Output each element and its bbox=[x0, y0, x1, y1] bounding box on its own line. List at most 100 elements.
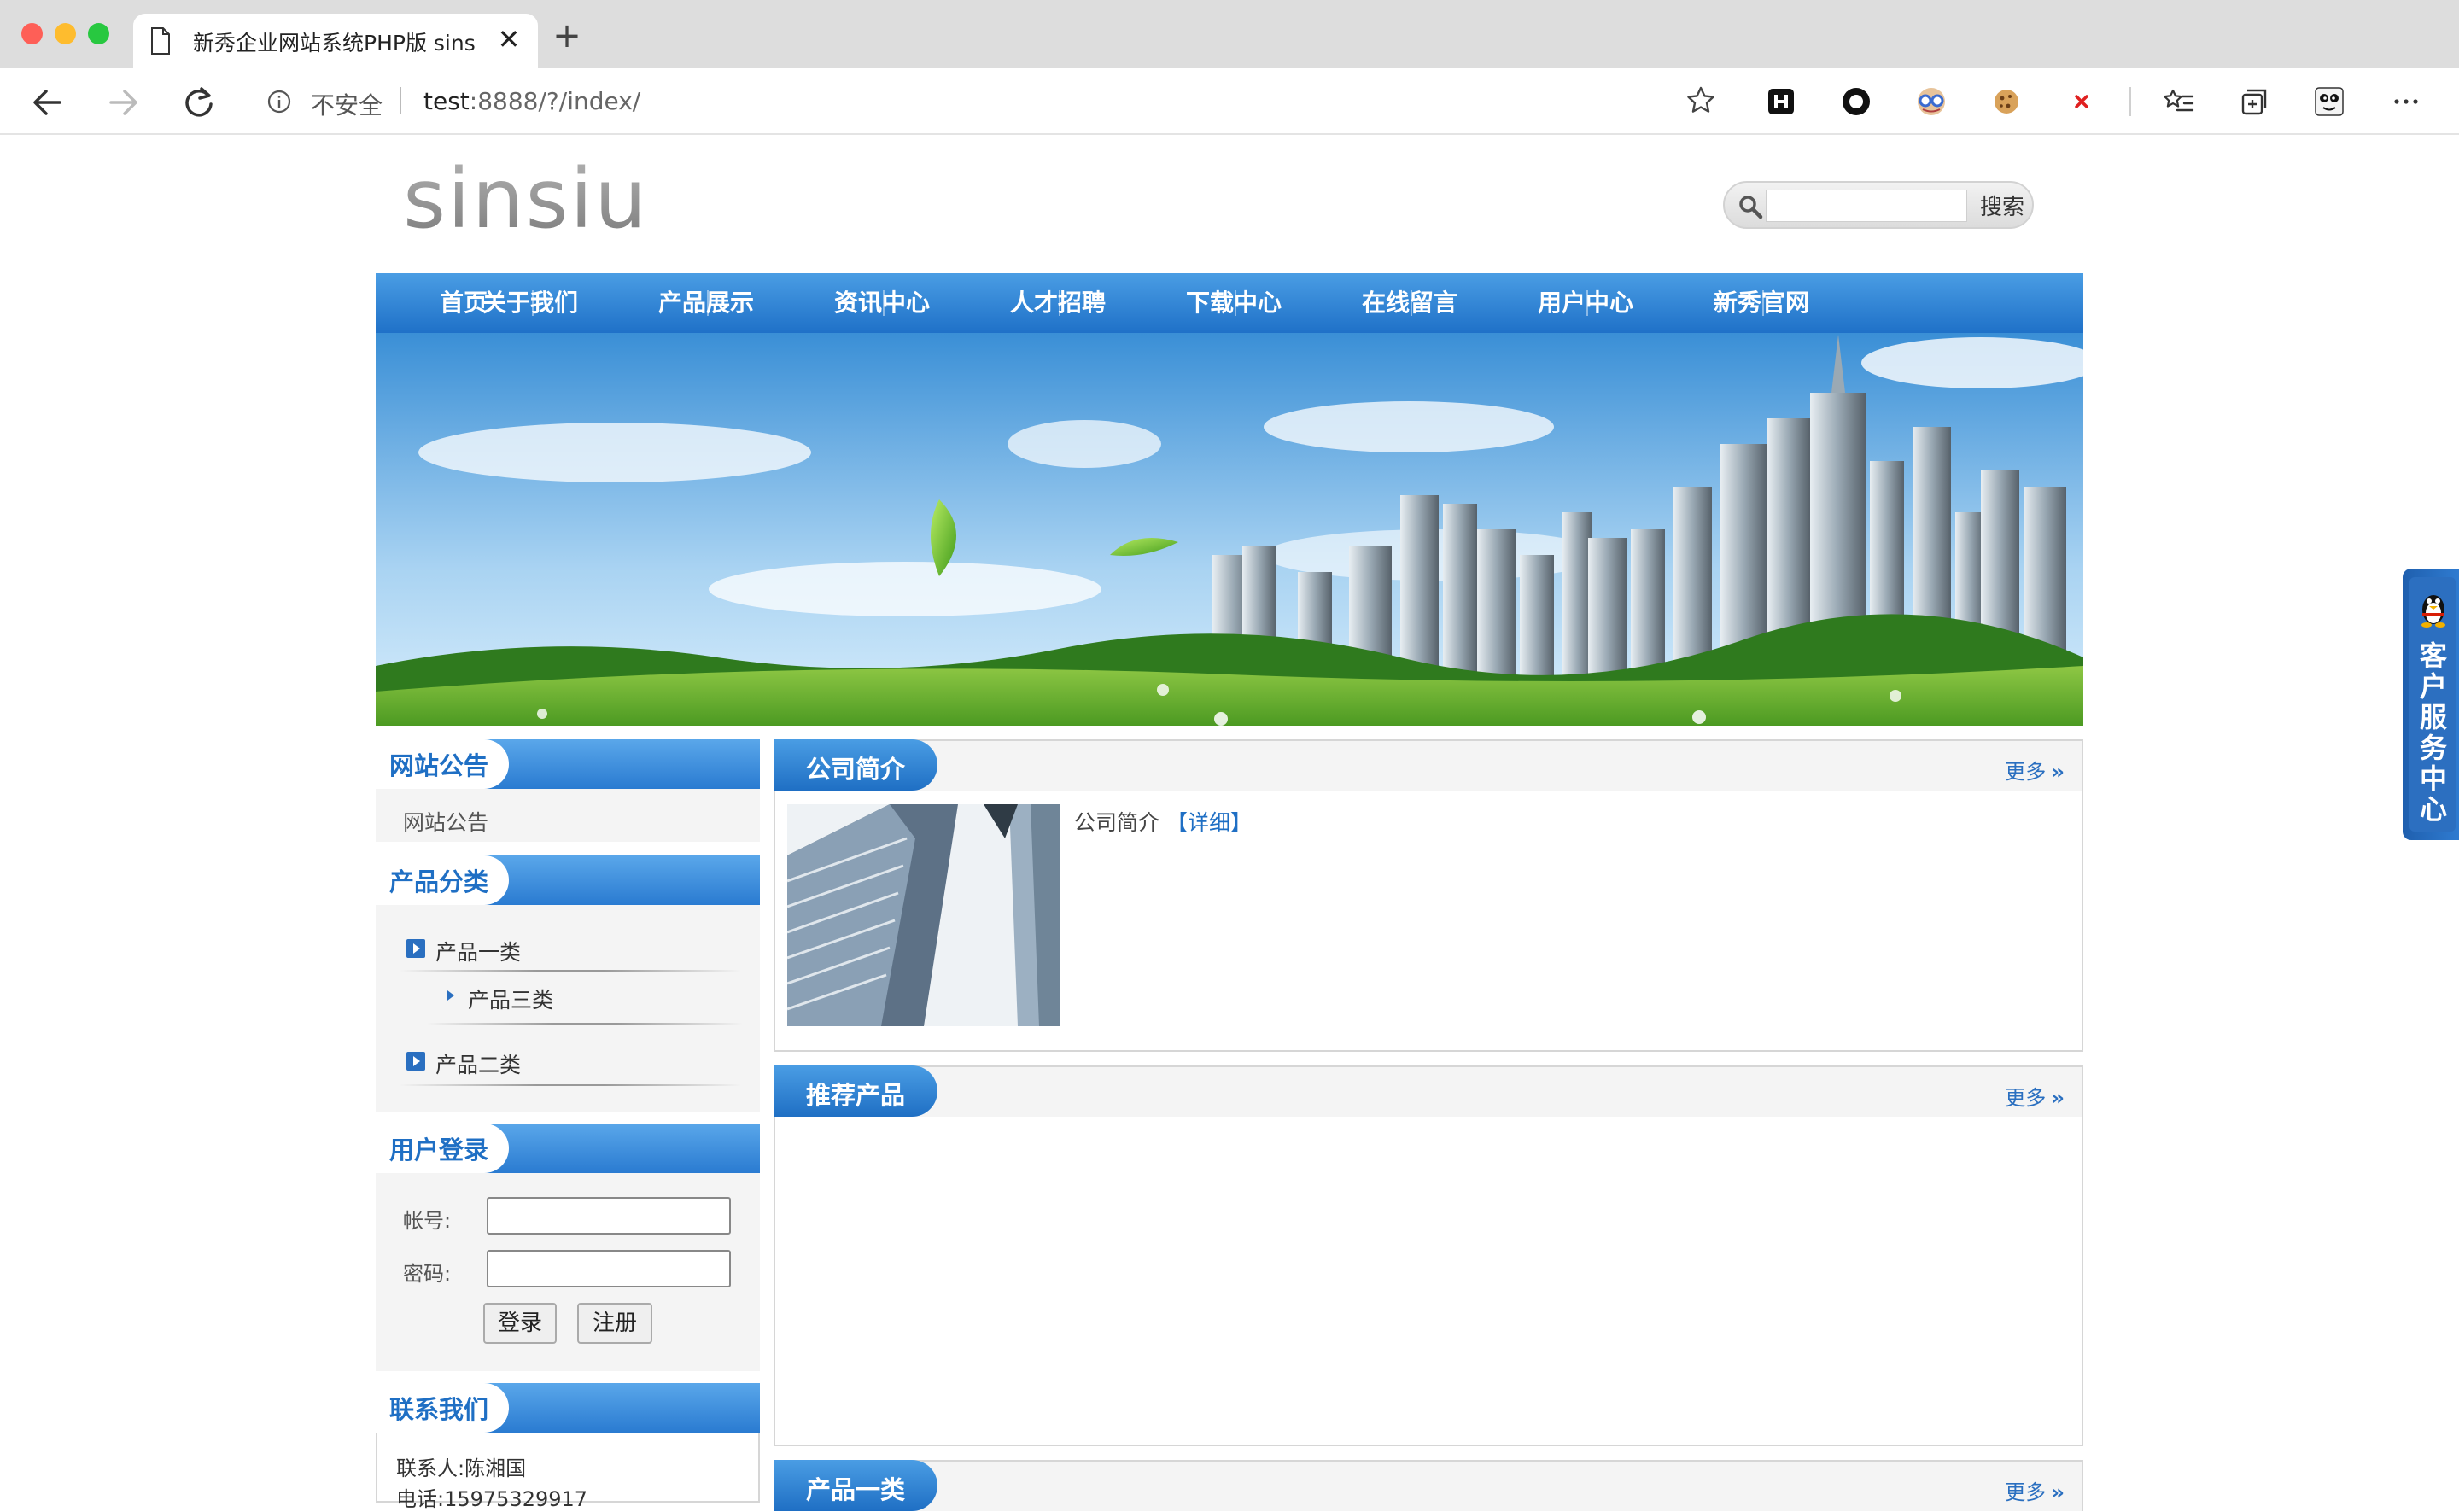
category-bullet-icon bbox=[406, 1052, 425, 1071]
circle-extension-icon[interactable] bbox=[1837, 83, 1875, 120]
document-icon bbox=[151, 27, 170, 55]
contact-header: 联系我们 bbox=[376, 1383, 760, 1433]
recommend-header: 推荐产品 更多 ›› bbox=[774, 1065, 2082, 1117]
password-label: 密码: bbox=[403, 1262, 452, 1286]
favorite-star-icon[interactable] bbox=[1684, 84, 1718, 118]
recommend-title: 推荐产品 bbox=[806, 1081, 906, 1110]
product-category-1-panel: 产品一类 更多 ›› bbox=[774, 1460, 2083, 1511]
nav-item-jobs[interactable]: 人才招聘 bbox=[970, 273, 1146, 333]
profile-avatar-icon[interactable] bbox=[2310, 83, 2348, 120]
contact-panel: 联系我们 联系人:陈湘国 电话:15975329917 bbox=[376, 1383, 760, 1511]
qq-penguin-icon bbox=[2421, 595, 2445, 628]
more-label: 更多 bbox=[2005, 1480, 2047, 1504]
site-logo[interactable]: sinsiu bbox=[403, 161, 693, 246]
intro-header: 公司简介 更多 ›› bbox=[774, 739, 2082, 791]
company-building-image bbox=[787, 804, 1060, 1026]
browser-tab[interactable]: 新秀企业网站系统PHP版 sinsiu ✕ bbox=[133, 14, 538, 68]
nav-item-products[interactable]: 产品展示 bbox=[618, 273, 794, 333]
more-label: 更多 bbox=[2005, 760, 2047, 784]
h-extension-icon[interactable] bbox=[1762, 83, 1800, 120]
service-tab-inner: 客户服务中心 bbox=[2409, 577, 2456, 832]
goggles-extension-icon[interactable] bbox=[1913, 83, 1950, 120]
main-nav: 首页 关于我们 产品展示 资讯中心 人才招聘 下载中心 在线留言 用户中心 新秀… bbox=[376, 273, 2083, 333]
service-tab-label: 客户服务中心 bbox=[2419, 639, 2447, 826]
login-header: 用户登录 bbox=[376, 1124, 760, 1173]
nav-item-official-site[interactable]: 新秀官网 bbox=[1673, 273, 1849, 333]
contact-person: 联系人:陈湘国 bbox=[396, 1457, 527, 1480]
logo-text: sinsiu bbox=[403, 161, 648, 246]
category-title: 产品分类 bbox=[389, 867, 489, 896]
notice-panel: 网站公告 网站公告 bbox=[376, 739, 760, 842]
window-minimize-button[interactable] bbox=[55, 23, 76, 44]
search-box: 搜索 bbox=[1723, 181, 2034, 229]
notice-text: 网站公告 bbox=[403, 810, 489, 835]
more-label: 更多 bbox=[2005, 1086, 2047, 1110]
cookie-extension-icon[interactable] bbox=[1988, 83, 2025, 120]
tab-close-icon[interactable]: ✕ bbox=[492, 22, 526, 56]
category-divider bbox=[400, 970, 741, 972]
category-divider bbox=[400, 1084, 741, 1086]
customer-service-tab[interactable]: 客户服务中心 bbox=[2403, 569, 2459, 840]
double-chevron-icon: ›› bbox=[2051, 1086, 2065, 1110]
search-button[interactable]: 搜索 bbox=[1972, 188, 2032, 224]
toolbar-divider bbox=[2129, 87, 2131, 116]
nav-item-user-center[interactable]: 用户中心 bbox=[1498, 273, 1673, 333]
forward-icon[interactable] bbox=[102, 82, 143, 123]
double-chevron-icon: ›› bbox=[2051, 1480, 2065, 1504]
info-icon[interactable] bbox=[266, 89, 292, 114]
contact-title: 联系我们 bbox=[389, 1395, 489, 1424]
notice-title: 网站公告 bbox=[389, 751, 489, 780]
nav-item-guestbook[interactable]: 在线留言 bbox=[1322, 273, 1498, 333]
collections-icon[interactable] bbox=[2235, 83, 2273, 120]
address-bar[interactable]: 不安全 test:8888/?/index/ bbox=[246, 75, 1733, 126]
web-page: sinsiu 搜索 首页 关于我们 产品展示 资讯中心 人才招聘 下载中心 在线… bbox=[0, 135, 2459, 1511]
account-label: 帐号: bbox=[403, 1209, 452, 1233]
register-button[interactable]: 注册 bbox=[577, 1303, 652, 1344]
x-extension-icon[interactable] bbox=[2063, 83, 2100, 120]
nav-item-downloads[interactable]: 下载中心 bbox=[1146, 273, 1322, 333]
browser-toolbar: 不安全 test:8888/?/index/ bbox=[0, 68, 2459, 135]
category-bullet-icon bbox=[406, 939, 425, 958]
new-tab-button[interactable]: + bbox=[550, 19, 584, 53]
category-item[interactable]: 产品二类 bbox=[435, 1048, 521, 1079]
intro-more-link[interactable]: 更多 ›› bbox=[2005, 755, 2065, 785]
login-title: 用户登录 bbox=[389, 1135, 489, 1165]
subcategory-item[interactable]: 产品三类 bbox=[468, 984, 553, 1014]
window-zoom-button[interactable] bbox=[88, 23, 109, 44]
category-item[interactable]: 产品一类 bbox=[435, 936, 521, 966]
search-input[interactable] bbox=[1766, 190, 1967, 222]
subcategory-arrow-icon bbox=[447, 990, 454, 1001]
security-label: 不安全 bbox=[311, 91, 383, 120]
user-login-panel: 用户登录 帐号: 密码: 登录 注册 bbox=[376, 1124, 760, 1371]
url-text[interactable]: test:8888/?/index/ bbox=[423, 87, 640, 115]
intro-text: 公司简介 【详细】 bbox=[1074, 806, 1252, 837]
notice-header: 网站公告 bbox=[376, 739, 760, 789]
account-input[interactable] bbox=[487, 1197, 731, 1235]
recommended-products-panel: 推荐产品 更多 ›› bbox=[774, 1065, 2083, 1446]
tab-title: 新秀企业网站系统PHP版 sinsiu bbox=[193, 31, 475, 55]
reload-icon[interactable] bbox=[178, 82, 219, 123]
back-icon[interactable] bbox=[27, 82, 68, 123]
url-path: :8888/?/index/ bbox=[469, 87, 641, 115]
intro-summary: 公司简介 bbox=[1074, 810, 1160, 835]
category-divider bbox=[427, 1023, 743, 1025]
intro-title: 公司简介 bbox=[806, 755, 906, 784]
favorites-list-icon[interactable] bbox=[2160, 83, 2198, 120]
intro-detail-link[interactable]: 【详细】 bbox=[1166, 810, 1252, 835]
nav-item-about[interactable]: 关于我们 bbox=[442, 273, 618, 333]
category1-more-link[interactable]: 更多 ›› bbox=[2005, 1475, 2065, 1505]
category-header: 产品分类 bbox=[376, 855, 760, 905]
window-close-button[interactable] bbox=[21, 23, 43, 44]
company-intro-panel: 公司简介 更多 ›› 公司简介 【详细】 bbox=[774, 739, 2083, 1052]
more-options-icon[interactable] bbox=[2387, 83, 2425, 120]
category1-header: 产品一类 更多 ›› bbox=[774, 1460, 2082, 1511]
search-icon bbox=[1739, 196, 1763, 219]
login-button[interactable]: 登录 bbox=[483, 1303, 557, 1344]
password-input[interactable] bbox=[487, 1250, 731, 1287]
nav-item-news[interactable]: 资讯中心 bbox=[794, 273, 970, 333]
url-host: test bbox=[423, 87, 470, 115]
hero-banner-image bbox=[376, 333, 2083, 726]
recommend-more-link[interactable]: 更多 ›› bbox=[2005, 1081, 2065, 1111]
address-divider bbox=[400, 87, 401, 114]
browser-titlebar: 新秀企业网站系统PHP版 sinsiu ✕ + bbox=[0, 0, 2459, 68]
